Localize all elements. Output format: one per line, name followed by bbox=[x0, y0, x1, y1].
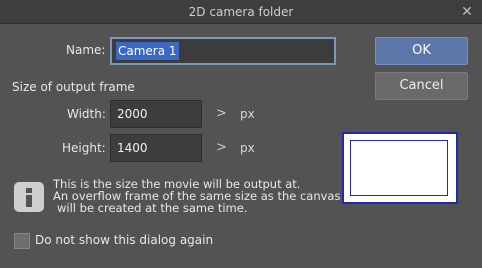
dont-show-label[interactable]: Do not show this dialog again bbox=[35, 233, 213, 247]
overflow-frame-preview bbox=[350, 140, 448, 196]
name-label: Name: bbox=[66, 43, 106, 57]
info-icon bbox=[14, 182, 44, 212]
height-chevron-icon[interactable]: > bbox=[216, 140, 227, 155]
width-label: Width: bbox=[67, 107, 106, 121]
dialog-title: 2D camera folder bbox=[188, 5, 294, 19]
title-bar[interactable]: 2D camera folder ✕ bbox=[0, 0, 482, 24]
name-input-value: Camera 1 bbox=[116, 42, 179, 60]
width-chevron-icon[interactable]: > bbox=[216, 106, 227, 121]
output-frame-section-label: Size of output frame bbox=[12, 80, 135, 94]
info-icon-dot bbox=[26, 188, 32, 193]
name-input[interactable]: Camera 1 bbox=[110, 37, 336, 65]
info-icon-bar bbox=[26, 195, 32, 207]
cancel-button[interactable]: Cancel bbox=[375, 72, 468, 100]
height-label: Height: bbox=[62, 141, 106, 155]
width-unit: px bbox=[240, 107, 255, 121]
dont-show-checkbox[interactable] bbox=[14, 233, 30, 249]
height-input[interactable]: 1400 bbox=[110, 134, 202, 162]
camera-folder-dialog: 2D camera folder ✕ Name: Camera 1 OK Can… bbox=[0, 0, 482, 268]
close-icon[interactable]: ✕ bbox=[458, 3, 476, 21]
info-line: will be created at the same time. bbox=[57, 201, 248, 215]
frame-preview bbox=[342, 132, 458, 204]
info-message: This is the size the movie will be outpu… bbox=[53, 178, 340, 215]
ok-button[interactable]: OK bbox=[375, 37, 468, 65]
width-input[interactable]: 2000 bbox=[110, 100, 202, 128]
height-unit: px bbox=[240, 141, 255, 155]
